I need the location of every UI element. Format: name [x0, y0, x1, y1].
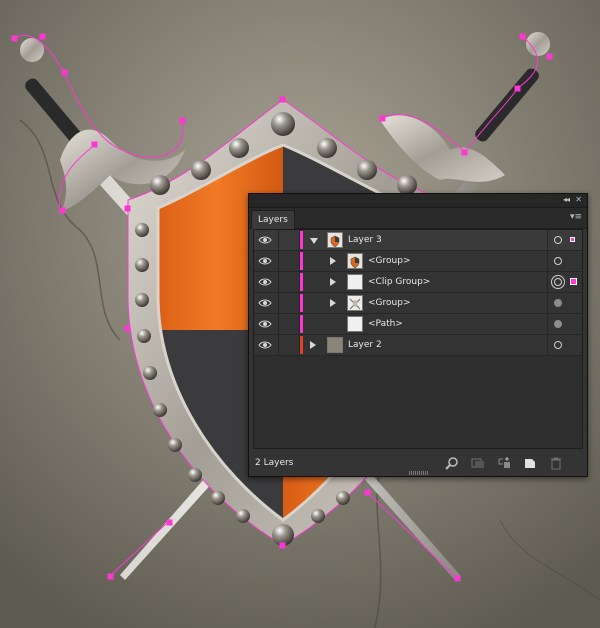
layer-name[interactable]: Layer 3: [348, 233, 382, 247]
layer-row-group[interactable]: <Group>: [254, 293, 582, 314]
target-circle-icon[interactable]: [554, 257, 562, 265]
stone-thumb: [327, 337, 343, 353]
double-chevron-icon[interactable]: ◂◂: [563, 194, 570, 206]
make-clipping-mask-icon[interactable]: [471, 456, 485, 470]
column-divider: [547, 314, 548, 334]
layer-color-bar: [300, 315, 303, 333]
lock-toggle[interactable]: [278, 230, 300, 250]
layer-row-group[interactable]: <Group>: [254, 251, 582, 272]
layer-row-layer-3[interactable]: Layer 3: [254, 230, 582, 251]
lock-toggle[interactable]: [278, 251, 300, 271]
expand-arrow-icon[interactable]: [330, 299, 336, 307]
target-circle-icon[interactable]: [554, 320, 562, 328]
lock-toggle[interactable]: [278, 293, 300, 313]
target-circle-icon[interactable]: [554, 236, 562, 244]
delete-icon[interactable]: [549, 456, 563, 470]
layer-color-bar: [300, 336, 303, 354]
new-layer-icon[interactable]: [523, 456, 537, 470]
column-divider: [547, 335, 548, 355]
blank-thumb: [347, 316, 363, 332]
column-divider: [547, 293, 548, 313]
tab-layers[interactable]: Layers: [251, 210, 295, 229]
swords-thumb: [347, 295, 363, 311]
target-circle-icon[interactable]: [554, 299, 562, 307]
eye-icon[interactable]: [258, 235, 272, 245]
layer-row-clip-group[interactable]: <Clip Group>: [254, 272, 582, 293]
column-divider: [547, 230, 548, 250]
new-sublayer-icon[interactable]: [497, 456, 511, 470]
eye-icon[interactable]: [258, 298, 272, 308]
layer-name[interactable]: <Group>: [368, 296, 410, 310]
lock-toggle[interactable]: [278, 314, 300, 334]
layer-name[interactable]: Layer 2: [348, 338, 382, 352]
layer-color-bar: [300, 273, 303, 291]
shield-thumb: [327, 232, 343, 248]
column-divider: [547, 251, 548, 271]
selection-indicator[interactable]: [570, 237, 575, 242]
layers-list: Layer 3 <Group> <Clip Group> <Group> <Pa…: [253, 229, 583, 449]
lock-toggle[interactable]: [278, 335, 300, 355]
layer-color-bar: [300, 231, 303, 249]
layers-panel: ◂◂ ✕ Layers ▾≡ Layer 3 <Group> <Clip Gro…: [248, 193, 588, 477]
layer-name[interactable]: <Path>: [368, 317, 403, 331]
panel-menu-icon[interactable]: ▾≡: [570, 211, 582, 223]
lock-toggle[interactable]: [278, 272, 300, 292]
expand-arrow-icon[interactable]: [310, 238, 318, 244]
layer-name[interactable]: <Clip Group>: [368, 275, 430, 289]
eye-icon[interactable]: [258, 256, 272, 266]
layer-row-path[interactable]: <Path>: [254, 314, 582, 335]
close-icon[interactable]: ✕: [575, 194, 582, 206]
layer-name[interactable]: <Group>: [368, 254, 410, 268]
selection-indicator[interactable]: [570, 278, 577, 285]
expand-arrow-icon[interactable]: [330, 278, 336, 286]
panel-footer: 2 Layers: [249, 451, 587, 476]
panel-title-bar[interactable]: ◂◂ ✕: [249, 194, 587, 208]
target-circle-icon[interactable]: [551, 275, 565, 289]
panel-tab-bar: Layers ▾≡: [249, 208, 587, 229]
expand-arrow-icon[interactable]: [310, 341, 316, 349]
target-circle-icon[interactable]: [554, 341, 562, 349]
expand-arrow-icon[interactable]: [330, 257, 336, 265]
eye-icon[interactable]: [258, 340, 272, 350]
layer-count: 2 Layers: [255, 458, 294, 468]
resize-grip[interactable]: [409, 471, 429, 475]
search-icon[interactable]: [445, 456, 459, 470]
blank-thumb: [347, 274, 363, 290]
shield-thumb: [347, 253, 363, 269]
layer-color-bar: [300, 252, 303, 270]
eye-icon[interactable]: [258, 319, 272, 329]
eye-icon[interactable]: [258, 277, 272, 287]
layer-color-bar: [300, 294, 303, 312]
column-divider: [547, 272, 548, 292]
layer-row-layer-2[interactable]: Layer 2: [254, 335, 582, 356]
